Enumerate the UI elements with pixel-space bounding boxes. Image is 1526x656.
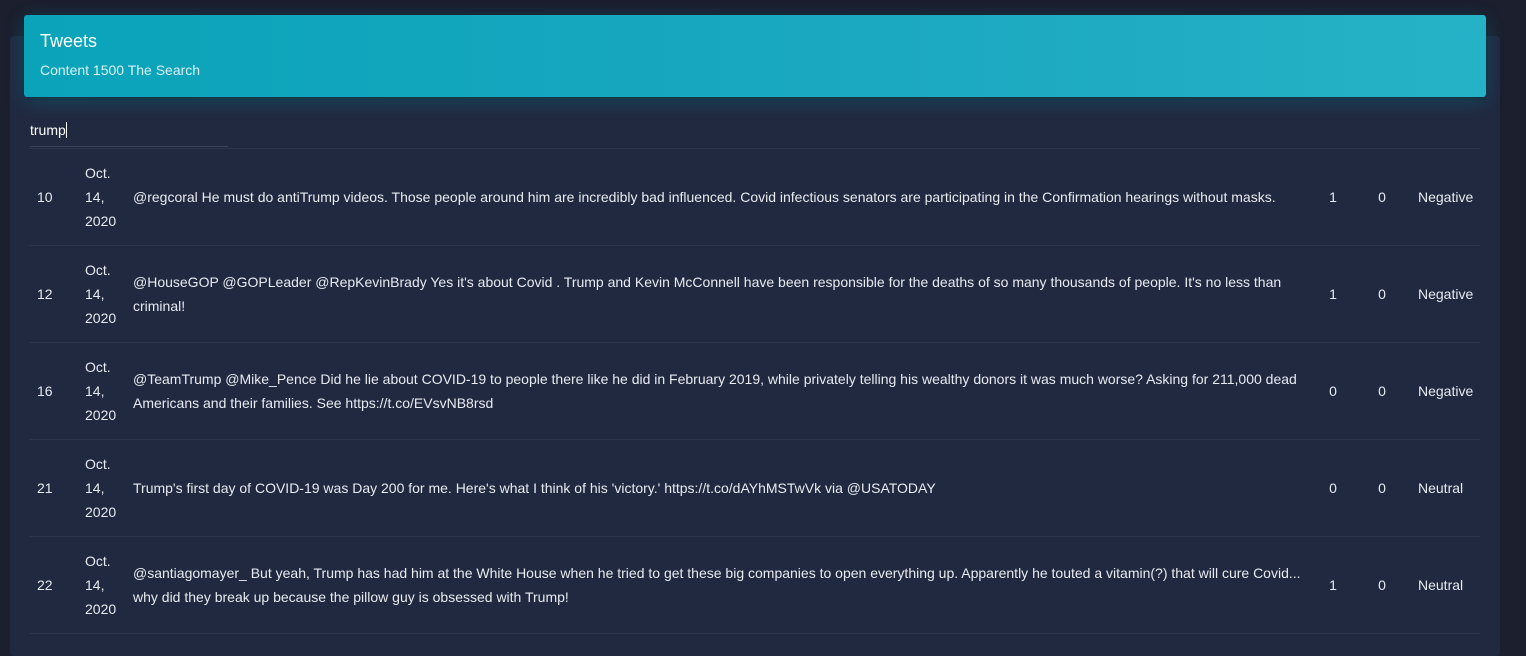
tweet-text: @HouseGOP @GOPLeader @RepKevinBrady Yes …: [133, 274, 1282, 314]
tweet-date: Oct. 14, 2020: [85, 246, 125, 342]
date-month: Oct.: [85, 165, 111, 181]
card-subtitle: Content 1500 The Search: [40, 62, 201, 78]
tweet-sentiment: Negative: [1418, 189, 1474, 205]
tweet-retweets: 0: [1378, 383, 1386, 399]
card-title: Tweets: [40, 31, 98, 51]
tweet-retweets: 0: [1378, 286, 1386, 302]
date-year: 2020: [85, 504, 117, 520]
table-row[interactable]: 10 Oct. 14, 2020 @regcoral He must do anti…: [29, 149, 1480, 246]
tweet-sentiment: Negative: [1418, 286, 1474, 302]
tweet-text: @regcoral He must do antiTrump videos. T…: [133, 189, 1276, 205]
text-caret: [66, 122, 67, 138]
tweets-table: 10 Oct. 14, 2020 @regcoral He must do anti…: [29, 148, 1480, 634]
tweet-text: @TeamTrump @Mike_Pence Did he lie about …: [133, 371, 1297, 411]
table-row[interactable]: 21 Oct. 14, 2020 Trump's first day of COVI…: [29, 440, 1480, 537]
date-month: Oct.: [85, 456, 111, 472]
tweet-retweets: 0: [1378, 480, 1386, 496]
tweet-date: Oct. 14, 2020: [85, 343, 125, 439]
tweet-sentiment: Neutral: [1418, 480, 1464, 496]
tweet-id: 12: [37, 286, 53, 302]
tweet-likes: 1: [1329, 577, 1337, 593]
date-day: 14,: [85, 480, 105, 496]
tweet-likes: 1: [1329, 189, 1337, 205]
tweet-id: 22: [37, 577, 53, 593]
tweet-text: @santiagomayer_ But yeah, Trump has had …: [133, 565, 1301, 605]
date-year: 2020: [85, 213, 117, 229]
card-header: Tweets Content 1500 The Search: [24, 15, 1486, 97]
tweet-id: 16: [37, 383, 53, 399]
date-year: 2020: [85, 310, 117, 326]
tweet-sentiment: Neutral: [1418, 577, 1464, 593]
tweet-retweets: 0: [1378, 577, 1386, 593]
search-field: [30, 115, 228, 147]
tweet-likes: 0: [1329, 383, 1337, 399]
date-day: 14,: [85, 189, 105, 205]
date-month: Oct.: [85, 553, 111, 569]
tweet-id: 10: [37, 189, 53, 205]
tweet-id: 21: [37, 480, 53, 496]
tweet-date: Oct. 14, 2020: [85, 440, 125, 536]
table-row[interactable]: 22 Oct. 14, 2020 @santiagomayer_ But yeah,…: [29, 537, 1480, 634]
date-day: 14,: [85, 286, 105, 302]
table-row[interactable]: 12 Oct. 14, 2020 @HouseGOP @GOPLeader @Rep…: [29, 246, 1480, 343]
tweet-sentiment: Negative: [1418, 383, 1474, 399]
date-day: 14,: [85, 383, 105, 399]
date-day: 14,: [85, 577, 105, 593]
table-row[interactable]: 16 Oct. 14, 2020 @TeamTrump @Mike_Pence Di…: [29, 343, 1480, 440]
tweet-likes: 0: [1329, 480, 1337, 496]
date-month: Oct.: [85, 359, 111, 375]
tweet-date: Oct. 14, 2020: [85, 149, 125, 245]
search-input[interactable]: [30, 120, 228, 140]
tweet-likes: 1: [1329, 286, 1337, 302]
date-month: Oct.: [85, 262, 111, 278]
tweet-text: Trump's first day of COVID-19 was Day 20…: [133, 480, 936, 496]
date-year: 2020: [85, 601, 117, 617]
date-year: 2020: [85, 407, 117, 423]
tweet-date: Oct. 14, 2020: [85, 537, 125, 633]
tweet-retweets: 0: [1378, 189, 1386, 205]
